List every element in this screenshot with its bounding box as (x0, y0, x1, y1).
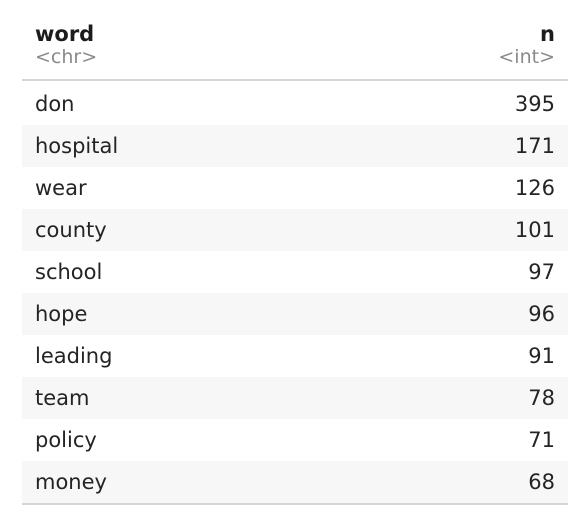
table-body: don 395 hospital 171 wear 126 county 101… (22, 80, 568, 503)
cell-word: hospital (35, 134, 119, 158)
table-row: don 395 (22, 80, 568, 125)
table-row: hope 96 (22, 293, 568, 335)
table-header: word <chr> n <int> (22, 0, 568, 81)
table-row: county 101 (22, 209, 568, 251)
table-bottom-border (22, 503, 568, 505)
column-type: <int> (498, 46, 555, 68)
cell-n: 101 (514, 218, 555, 242)
table-row: policy 71 (22, 419, 568, 461)
column-name: word (35, 22, 95, 46)
cell-n: 78 (528, 386, 555, 410)
cell-n: 126 (514, 176, 555, 200)
column-type: <chr> (35, 46, 98, 68)
cell-n: 97 (528, 260, 555, 284)
table-row: leading 91 (22, 335, 568, 377)
data-table-container: word <chr> n <int> don 395 hospital 171 … (22, 0, 568, 505)
cell-word: team (35, 386, 90, 410)
table-row: money 68 (22, 461, 568, 503)
column-header-word[interactable]: word <chr> (22, 0, 295, 81)
column-header-n[interactable]: n <int> (295, 0, 568, 81)
table-row: school 97 (22, 251, 568, 293)
table-row: team 78 (22, 377, 568, 419)
cell-word: county (35, 218, 107, 242)
cell-n: 71 (528, 428, 555, 452)
cell-n: 171 (514, 134, 555, 158)
cell-n: 96 (528, 302, 555, 326)
cell-word: school (35, 260, 103, 284)
column-name: n (540, 22, 555, 46)
table-row: wear 126 (22, 167, 568, 209)
cell-word: policy (35, 428, 97, 452)
header-row: word <chr> n <int> (22, 0, 568, 81)
cell-word: money (35, 470, 107, 494)
cell-n: 91 (528, 344, 555, 368)
cell-word: don (35, 92, 75, 116)
cell-word: wear (35, 176, 87, 200)
cell-word: hope (35, 302, 88, 326)
table-row: hospital 171 (22, 125, 568, 167)
cell-word: leading (35, 344, 113, 368)
cell-n: 395 (514, 92, 555, 116)
cell-n: 68 (528, 470, 555, 494)
word-count-table: word <chr> n <int> don 395 hospital 171 … (22, 0, 568, 503)
